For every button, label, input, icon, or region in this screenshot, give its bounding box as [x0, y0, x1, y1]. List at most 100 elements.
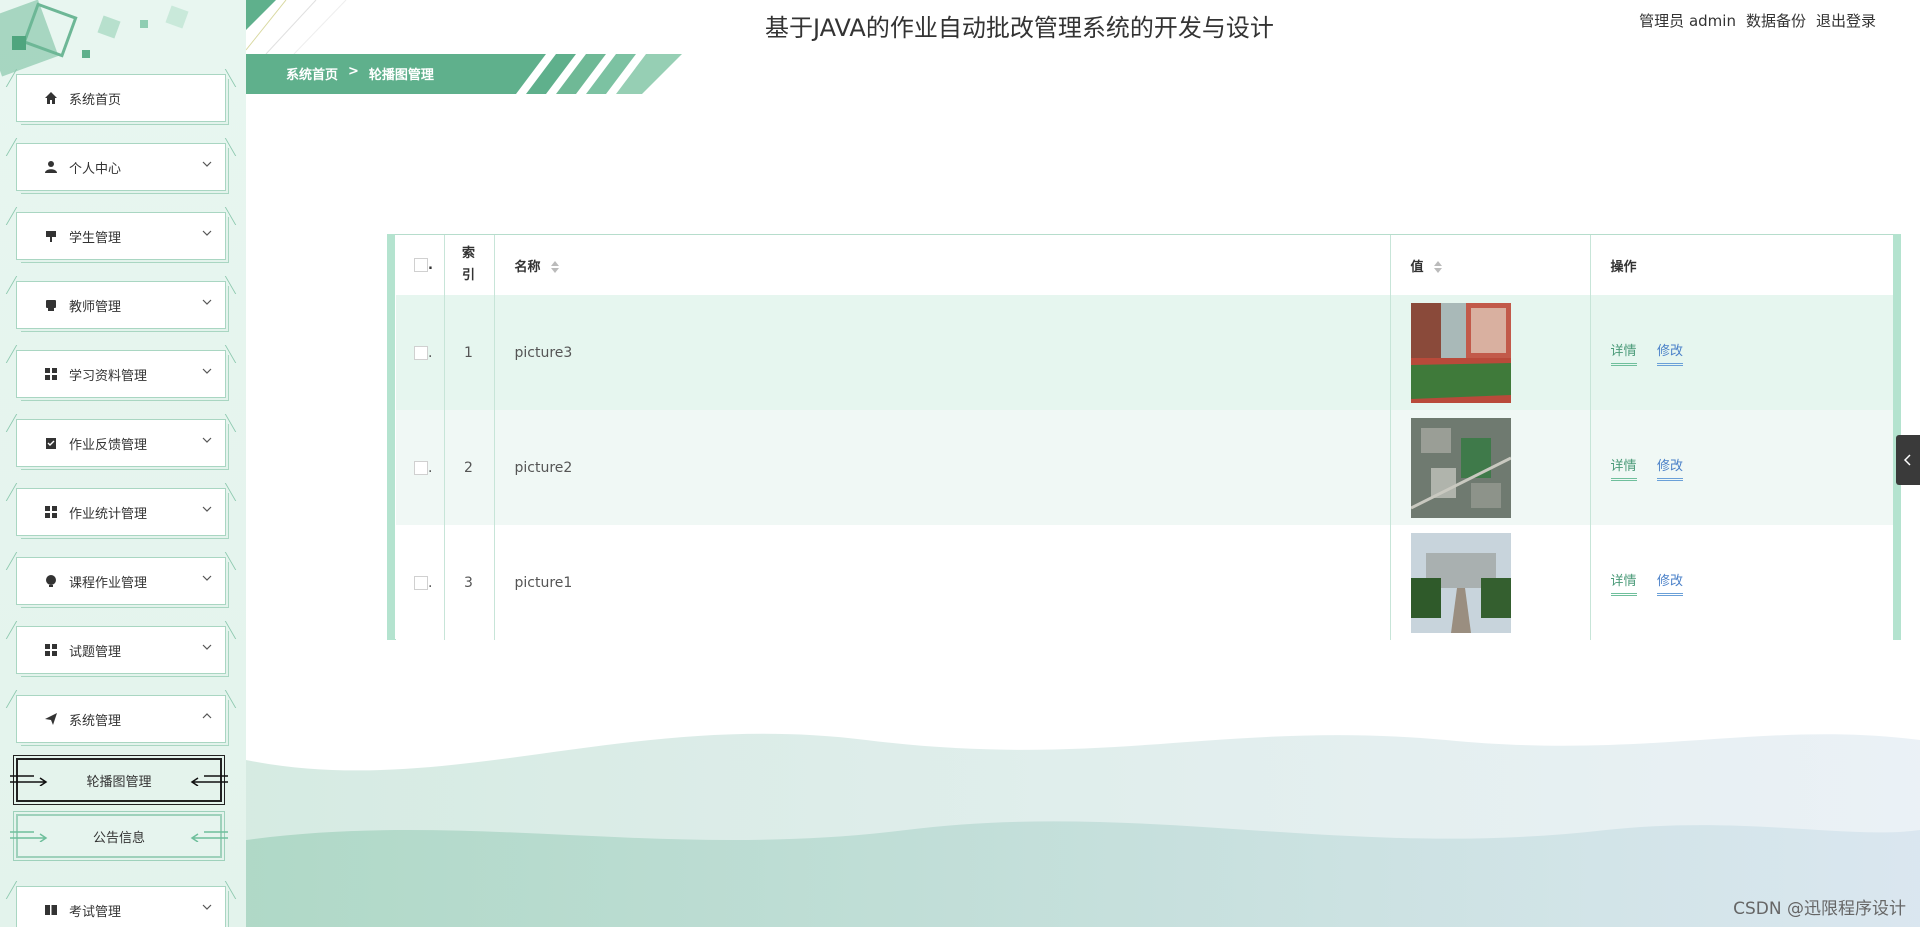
row-checkbox[interactable] [414, 460, 428, 475]
row-check-label: . [428, 344, 433, 361]
header-index: 索引 [444, 235, 495, 295]
sidebar-item-course-homework[interactable]: 课程作业管理 [16, 557, 226, 605]
sidebar-item-profile[interactable]: 个人中心 [16, 143, 226, 191]
home-icon [43, 90, 59, 106]
sort-icon[interactable] [1434, 261, 1443, 273]
thumbnail-image[interactable] [1410, 532, 1511, 633]
sidebar: 系统首页 个人中心 学生管理 教师管理 学习资料管理 作业反馈管理 作业统计管理… [0, 0, 246, 927]
header-user-bar: 管理员 admin 数据备份 退出登录 [1639, 10, 1876, 31]
arrow-left-icon [190, 775, 228, 786]
detail-link[interactable]: 详情 [1610, 570, 1637, 596]
sidebar-item-label: 试题管理 [69, 644, 122, 660]
sort-icon[interactable] [551, 261, 560, 273]
arrow-right-icon [10, 775, 48, 786]
user-role: 管理员 admin [1639, 10, 1736, 31]
breadcrumb-home[interactable]: 系统首页 [286, 64, 338, 83]
chevron-down-icon [202, 437, 212, 443]
header-ops: 操作 [1610, 259, 1637, 275]
row-check-cell: . [396, 295, 445, 410]
table-row: . 3 picture1 详情 修改 [396, 525, 1894, 640]
table-header-row: . 索引 名称 值 操作 [396, 235, 1894, 295]
row-index: 3 [444, 525, 495, 640]
breadcrumb-separator: > [348, 64, 359, 79]
header-check-label: . [428, 257, 433, 273]
data-backup-link[interactable]: 数据备份 [1746, 10, 1806, 31]
chevron-down-icon [202, 644, 212, 650]
header-check: . [396, 235, 445, 295]
row-thumbnail-cell [1390, 525, 1591, 640]
table-row: . 1 picture3 详情 修改 [396, 295, 1894, 410]
sidebar-item-label: 作业统计管理 [69, 506, 148, 522]
arrow-right-icon [10, 831, 48, 842]
breadcrumb-current: 轮播图管理 [368, 68, 434, 83]
row-checkbox[interactable] [414, 575, 428, 590]
sidebar-subitem-carousel[interactable]: 轮播图管理 [10, 755, 228, 805]
sidebar-item-system[interactable]: 系统管理 [16, 695, 226, 743]
row-ops-cell: 详情 修改 [1590, 525, 1894, 640]
sidebar-item-label: 个人中心 [69, 161, 122, 177]
row-ops-cell: 详情 修改 [1590, 410, 1894, 525]
chevron-left-icon [1903, 454, 1911, 466]
row-thumbnail-cell [1390, 295, 1591, 410]
row-ops-cell: 详情 修改 [1590, 295, 1894, 410]
select-all-checkbox[interactable] [414, 258, 428, 272]
row-name: picture1 [494, 525, 1391, 640]
header-name-label: 名称 [514, 259, 541, 275]
row-check-label: . [428, 459, 433, 476]
sidebar-item-students[interactable]: 学生管理 [16, 212, 226, 260]
row-check-cell: . [396, 525, 445, 640]
sidebar-subitem-label: 轮播图管理 [86, 774, 152, 790]
sidebar-item-home[interactable]: 系统首页 [16, 74, 226, 122]
sidebar-item-exams[interactable]: 考试管理 [16, 886, 226, 927]
header-value[interactable]: 值 [1390, 235, 1591, 295]
thumbnail-image[interactable] [1410, 417, 1511, 518]
row-name: picture3 [494, 295, 1391, 410]
sidebar-item-teachers[interactable]: 教师管理 [16, 281, 226, 329]
sidebar-item-questions[interactable]: 试题管理 [16, 626, 226, 674]
data-table: . 索引 名称 值 操作 . 1 picture3 详情 修改 . 2 pict… [396, 235, 1894, 640]
user-icon [43, 159, 59, 175]
detail-link[interactable]: 详情 [1610, 455, 1637, 481]
row-index: 1 [444, 295, 495, 410]
book-icon [43, 902, 59, 918]
collapse-tab[interactable] [1896, 435, 1920, 485]
chevron-down-icon [202, 368, 212, 374]
chevron-down-icon [202, 904, 212, 910]
header-name[interactable]: 名称 [494, 235, 1391, 295]
sidebar-item-label: 教师管理 [69, 299, 122, 315]
chevron-down-icon [202, 575, 212, 581]
send-icon [43, 711, 59, 727]
wave-decoration [246, 733, 1920, 927]
thumbnail-image[interactable] [1410, 302, 1511, 403]
sidebar-item-statistics[interactable]: 作业统计管理 [16, 488, 226, 536]
grid-icon [43, 642, 59, 658]
sidebar-subitem-announcement[interactable]: 公告信息 [10, 811, 228, 861]
header-decoration [246, 0, 347, 54]
row-thumbnail-cell [1390, 410, 1591, 525]
edit-link[interactable]: 修改 [1656, 455, 1683, 481]
watermark: CSDN @迅限程序设计 [1733, 899, 1906, 919]
table-row: . 2 picture2 详情 修改 [396, 410, 1894, 525]
arrow-left-icon [190, 831, 228, 842]
grid-icon [43, 504, 59, 520]
sidebar-item-label: 作业反馈管理 [69, 437, 148, 453]
sidebar-subitem-label: 公告信息 [92, 830, 145, 846]
sidebar-item-label: 系统管理 [69, 713, 122, 729]
logout-link[interactable]: 退出登录 [1816, 10, 1876, 31]
row-checkbox[interactable] [414, 345, 428, 360]
row-check-cell: . [396, 410, 445, 525]
detail-link[interactable]: 详情 [1610, 340, 1637, 366]
header-value-label: 值 [1410, 259, 1424, 275]
edit-link[interactable]: 修改 [1656, 340, 1683, 366]
sidebar-item-feedback[interactable]: 作业反馈管理 [16, 419, 226, 467]
sidebar-item-materials[interactable]: 学习资料管理 [16, 350, 226, 398]
grid-icon [43, 366, 59, 382]
bulb-icon [43, 573, 59, 589]
edit-link[interactable]: 修改 [1656, 570, 1683, 596]
sidebar-item-label: 考试管理 [69, 904, 122, 920]
teacher-icon [43, 297, 59, 313]
chevron-up-icon [202, 713, 212, 719]
breadcrumb: 系统首页 > 轮播图管理 [286, 64, 434, 83]
chevron-down-icon [202, 299, 212, 305]
chevron-down-icon [202, 230, 212, 236]
